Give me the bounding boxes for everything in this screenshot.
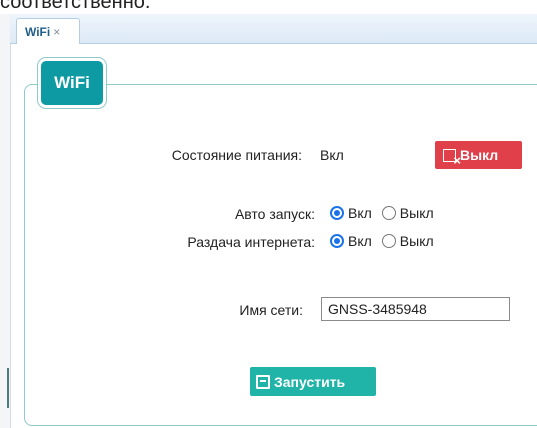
- internet-sharing-radio-group: Вкл Выкл: [330, 233, 440, 249]
- sharing-option-off[interactable]: Выкл: [381, 233, 434, 249]
- auto-start-off-radio[interactable]: [381, 206, 396, 220]
- auto-start-option-off[interactable]: Выкл: [381, 205, 434, 221]
- power-state-label: Состояние питания:: [171, 147, 302, 163]
- top-text-fragment: соответственно.: [0, 0, 151, 13]
- auto-start-on-radio[interactable]: [330, 206, 344, 220]
- sharing-off-radio[interactable]: [381, 234, 396, 248]
- auto-start-label: Авто запуск:: [234, 206, 315, 222]
- start-button-label: Запустить: [274, 373, 346, 390]
- power-state-value: Вкл: [320, 147, 344, 163]
- tab-wifi-label: WiFi: [25, 24, 51, 39]
- auto-start-on-label: Вкл: [348, 205, 372, 221]
- save-icon: [256, 374, 270, 389]
- network-name-label: Имя сети:: [239, 302, 303, 318]
- power-off-icon: [443, 148, 461, 168]
- panel-title-badge: WiFi: [37, 57, 107, 109]
- tab-close-icon[interactable]: ×: [53, 25, 60, 39]
- auto-start-radio-group: Вкл Выкл: [330, 205, 440, 221]
- left-side-marker: [7, 368, 9, 408]
- tab-bar: WiFi ×: [10, 14, 537, 44]
- sharing-off-label: Выкл: [399, 233, 434, 249]
- auto-start-off-label: Выкл: [399, 205, 434, 221]
- internet-sharing-label: Раздача интернета:: [187, 234, 315, 250]
- power-off-button-label: Выкл: [460, 147, 499, 163]
- start-button[interactable]: Запустить: [250, 367, 376, 396]
- sharing-option-on[interactable]: Вкл: [330, 233, 372, 249]
- auto-start-option-on[interactable]: Вкл: [330, 205, 372, 221]
- power-off-button[interactable]: Выкл: [435, 141, 522, 169]
- tab-wifi[interactable]: WiFi ×: [16, 18, 80, 44]
- sharing-on-radio[interactable]: [330, 234, 344, 248]
- network-name-input[interactable]: [321, 297, 510, 321]
- left-side-panel-edge: [0, 14, 11, 428]
- sharing-on-label: Вкл: [348, 233, 372, 249]
